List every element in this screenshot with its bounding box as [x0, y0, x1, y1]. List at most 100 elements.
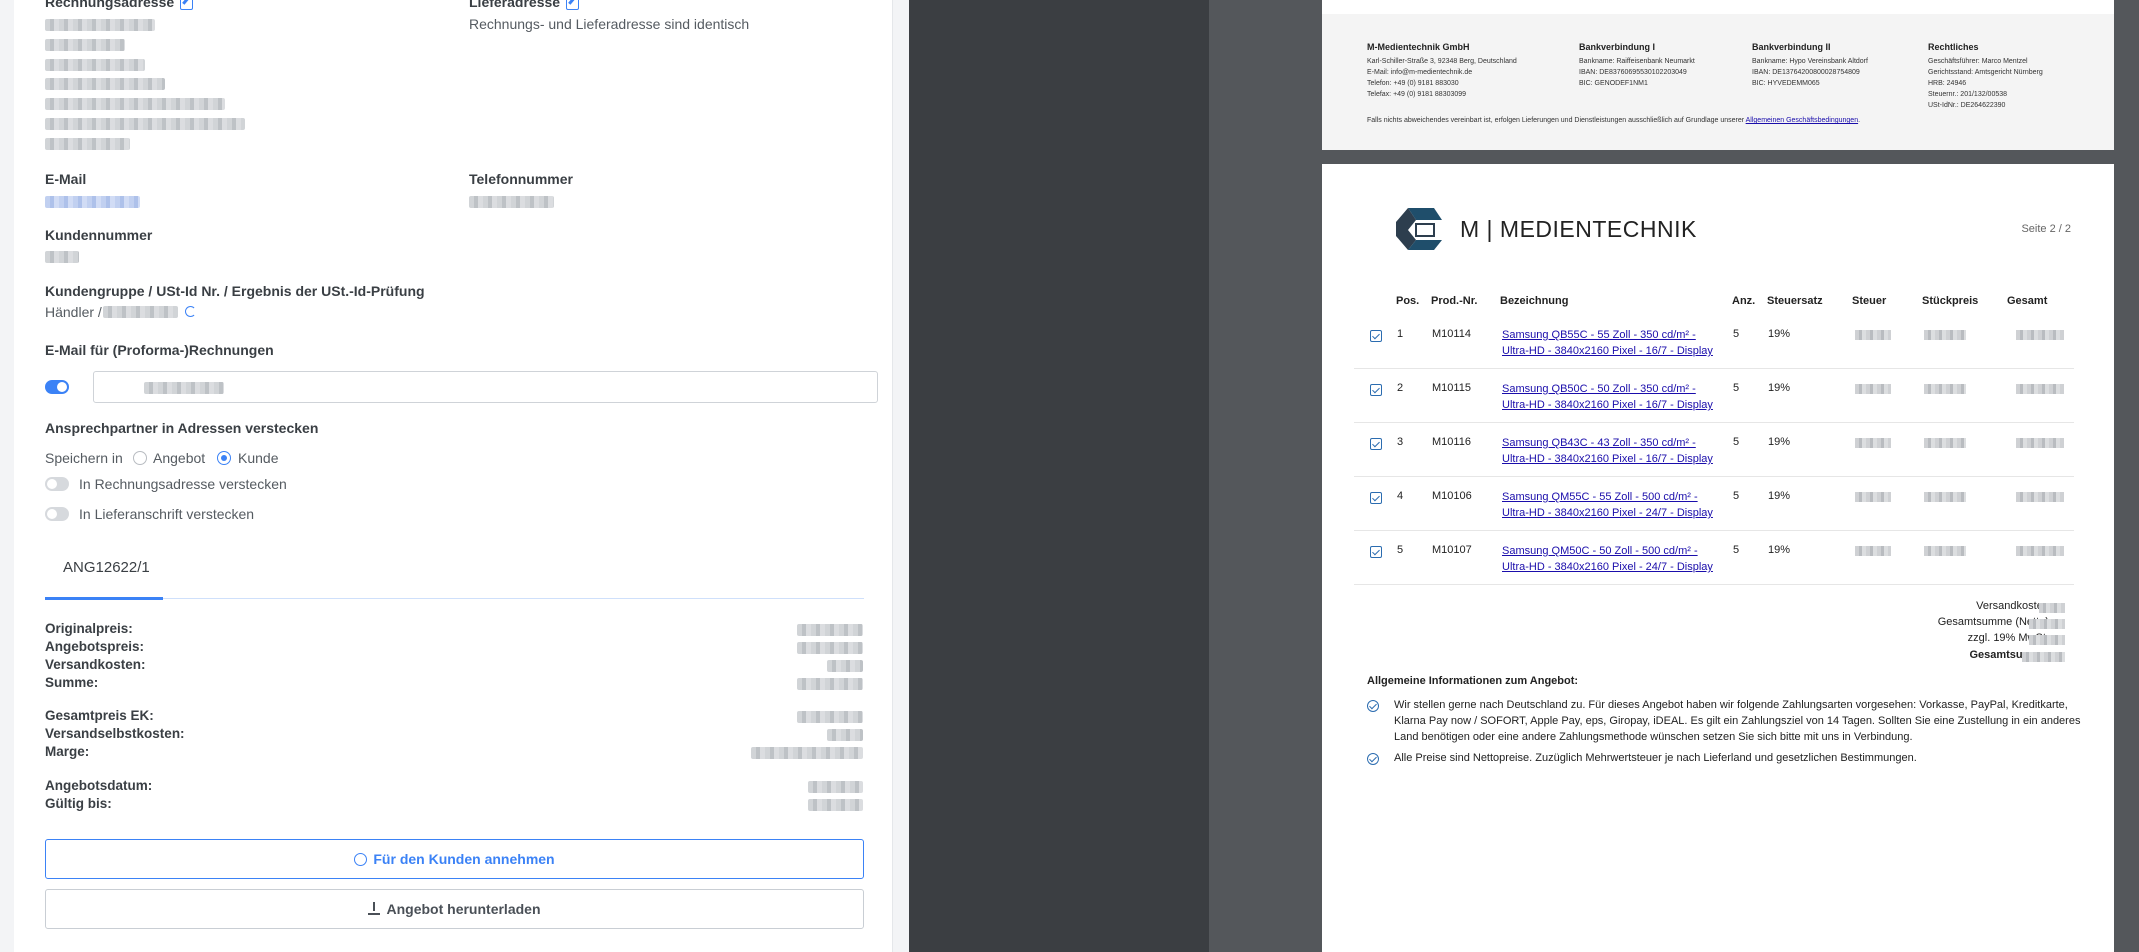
address-line — [45, 59, 145, 71]
invoice-email-value — [144, 382, 224, 394]
row-tax-value — [1855, 330, 1891, 340]
cost-value — [827, 729, 863, 741]
edit-icon[interactable] — [180, 0, 194, 10]
footer-col2-title: Bankverbindung I — [1579, 42, 1656, 52]
shipping-address-label: Lieferadresse — [469, 0, 580, 10]
date-label: Gültig bis: — [45, 796, 112, 811]
address-line — [45, 39, 125, 51]
hide-billing-toggle[interactable] — [45, 477, 69, 491]
customer-group-label: Kundengruppe / USt-Id Nr. / Ergebnis der… — [45, 283, 425, 299]
row-pos: 2 — [1397, 382, 1404, 394]
tab-offer[interactable]: ANG12622/1 — [45, 549, 163, 599]
footer-terms: Falls nichts abweichendes vereinbart ist… — [1367, 117, 1861, 124]
price-value — [797, 642, 863, 654]
row-divider — [1354, 368, 2074, 369]
address-line — [45, 98, 225, 110]
product-link[interactable]: Samsung QB55C - 55 Zoll - 350 cd/m² - Ult… — [1502, 327, 1732, 359]
email-label: E-Mail — [45, 171, 87, 187]
price-label: Originalpreis: — [45, 621, 133, 636]
footer-col4: Geschäftsführer: Marco Mentzel Gerichtsst… — [1928, 58, 2043, 109]
row-taxrate: 19% — [1768, 544, 1791, 556]
row-checkbox[interactable] — [1370, 492, 1382, 504]
cost-label: Gesamtpreis EK: — [45, 708, 154, 723]
row-total-value — [2016, 546, 2064, 556]
invoice-email-toggle[interactable] — [45, 380, 69, 394]
row-qty: 5 — [1733, 328, 1740, 340]
save-option-kunde-radio[interactable] — [217, 451, 231, 465]
product-link[interactable]: Samsung QB43C - 43 Zoll - 350 cd/m² - Ult… — [1502, 435, 1732, 467]
product-link[interactable]: Samsung QM55C - 55 Zoll - 500 cd/m² - Ult… — [1502, 489, 1732, 521]
row-checkbox[interactable] — [1370, 438, 1382, 450]
email-value[interactable] — [45, 196, 140, 208]
col-unit: Stückpreis — [1922, 295, 1979, 307]
row-pos: 5 — [1397, 544, 1404, 556]
row-qty: 5 — [1733, 382, 1740, 394]
total-value — [2029, 619, 2065, 629]
check-circle-icon — [354, 853, 368, 866]
row-checkbox[interactable] — [1370, 384, 1382, 396]
invoice-email-input[interactable] — [93, 371, 878, 403]
dark-gutter — [909, 0, 1209, 952]
accept-for-customer-button[interactable]: Für den Kunden annehmen — [45, 839, 864, 879]
pdf-page-2: M | MEDIENTECHNIK Seite 2 / 2 Pos. Prod.… — [1322, 164, 2114, 952]
row-divider — [1354, 422, 2074, 423]
row-qty: 5 — [1733, 436, 1740, 448]
cost-value — [751, 747, 863, 759]
contact-hide-label: Ansprechpartner in Adressen verstecken — [45, 420, 319, 436]
row-qty: 5 — [1733, 490, 1740, 502]
download-offer-button[interactable]: Angebot herunterladen — [45, 889, 864, 929]
billing-address-label: Rechnungsadresse — [45, 0, 194, 10]
row-unit-value — [1924, 492, 1966, 502]
row-taxrate: 19% — [1768, 328, 1791, 340]
check-circle-icon — [1367, 753, 1379, 765]
hide-shipping-toggle[interactable] — [45, 507, 69, 521]
download-icon — [368, 902, 381, 915]
address-line — [45, 118, 245, 130]
price-label: Summe: — [45, 675, 99, 690]
total-value — [2029, 635, 2065, 645]
logo-icon — [1396, 208, 1442, 250]
check-circle-icon — [1367, 700, 1379, 712]
row-checkbox[interactable] — [1370, 330, 1382, 342]
col-total: Gesamt — [2007, 295, 2048, 307]
price-value — [797, 624, 863, 636]
footer-col2: Bankname: Raiffeisenbank Neumarkt IBAN: D… — [1579, 58, 1695, 87]
left-pane: Rechnungsadresse Lieferadresse Rechnungs… — [0, 0, 909, 952]
info-item: Wir stellen gerne nach Deutschland zu. F… — [1394, 699, 2081, 743]
col-qty: Anz. — [1732, 295, 1756, 307]
customer-panel: Rechnungsadresse Lieferadresse Rechnungs… — [14, 0, 893, 952]
date-value — [808, 781, 863, 793]
refresh-icon[interactable] — [185, 306, 196, 317]
row-unit-value — [1924, 438, 1966, 448]
address-line — [45, 138, 130, 150]
shipping-note: Rechnungs- und Lieferadresse sind identi… — [469, 16, 750, 32]
product-link[interactable]: Samsung QB50C - 50 Zoll - 350 cd/m² - Ult… — [1502, 381, 1732, 413]
row-qty: 5 — [1733, 544, 1740, 556]
row-prod: M10116 — [1432, 436, 1471, 448]
row-unit-value — [1924, 384, 1966, 394]
row-total-value — [2016, 330, 2064, 340]
cost-label: Versandselbstkosten: — [45, 726, 185, 741]
row-prod: M10115 — [1432, 382, 1471, 394]
tab-active-indicator — [45, 597, 163, 600]
col-desc: Bezeichnung — [1500, 295, 1569, 307]
info-heading: Allgemeine Informationen zum Angebot: — [1367, 675, 1579, 687]
row-tax-value — [1855, 492, 1891, 502]
product-link[interactable]: Samsung QM50C - 50 Zoll - 500 cd/m² - Ult… — [1502, 543, 1732, 575]
terms-link[interactable]: Allgemeinen Geschäftsbedingungen — [1746, 117, 1858, 124]
row-unit-value — [1924, 330, 1966, 340]
row-divider — [1354, 476, 2074, 477]
save-option-angebot-radio[interactable] — [133, 451, 147, 465]
col-prod: Prod.-Nr. — [1431, 295, 1478, 307]
pdf-viewer[interactable]: M-Medientechnik GmbH Karl-Schiller-Straß… — [1209, 0, 2139, 952]
footer-col3-title: Bankverbindung II — [1752, 42, 1831, 52]
row-prod: M10107 — [1432, 544, 1472, 556]
col-taxrate: Steuersatz — [1767, 295, 1823, 307]
row-total-value — [2016, 492, 2064, 502]
cost-label: Marge: — [45, 744, 90, 759]
row-taxrate: 19% — [1768, 382, 1791, 394]
edit-icon[interactable] — [566, 0, 580, 10]
row-checkbox[interactable] — [1370, 546, 1382, 558]
col-tax: Steuer — [1852, 295, 1887, 307]
address-line — [45, 19, 155, 31]
